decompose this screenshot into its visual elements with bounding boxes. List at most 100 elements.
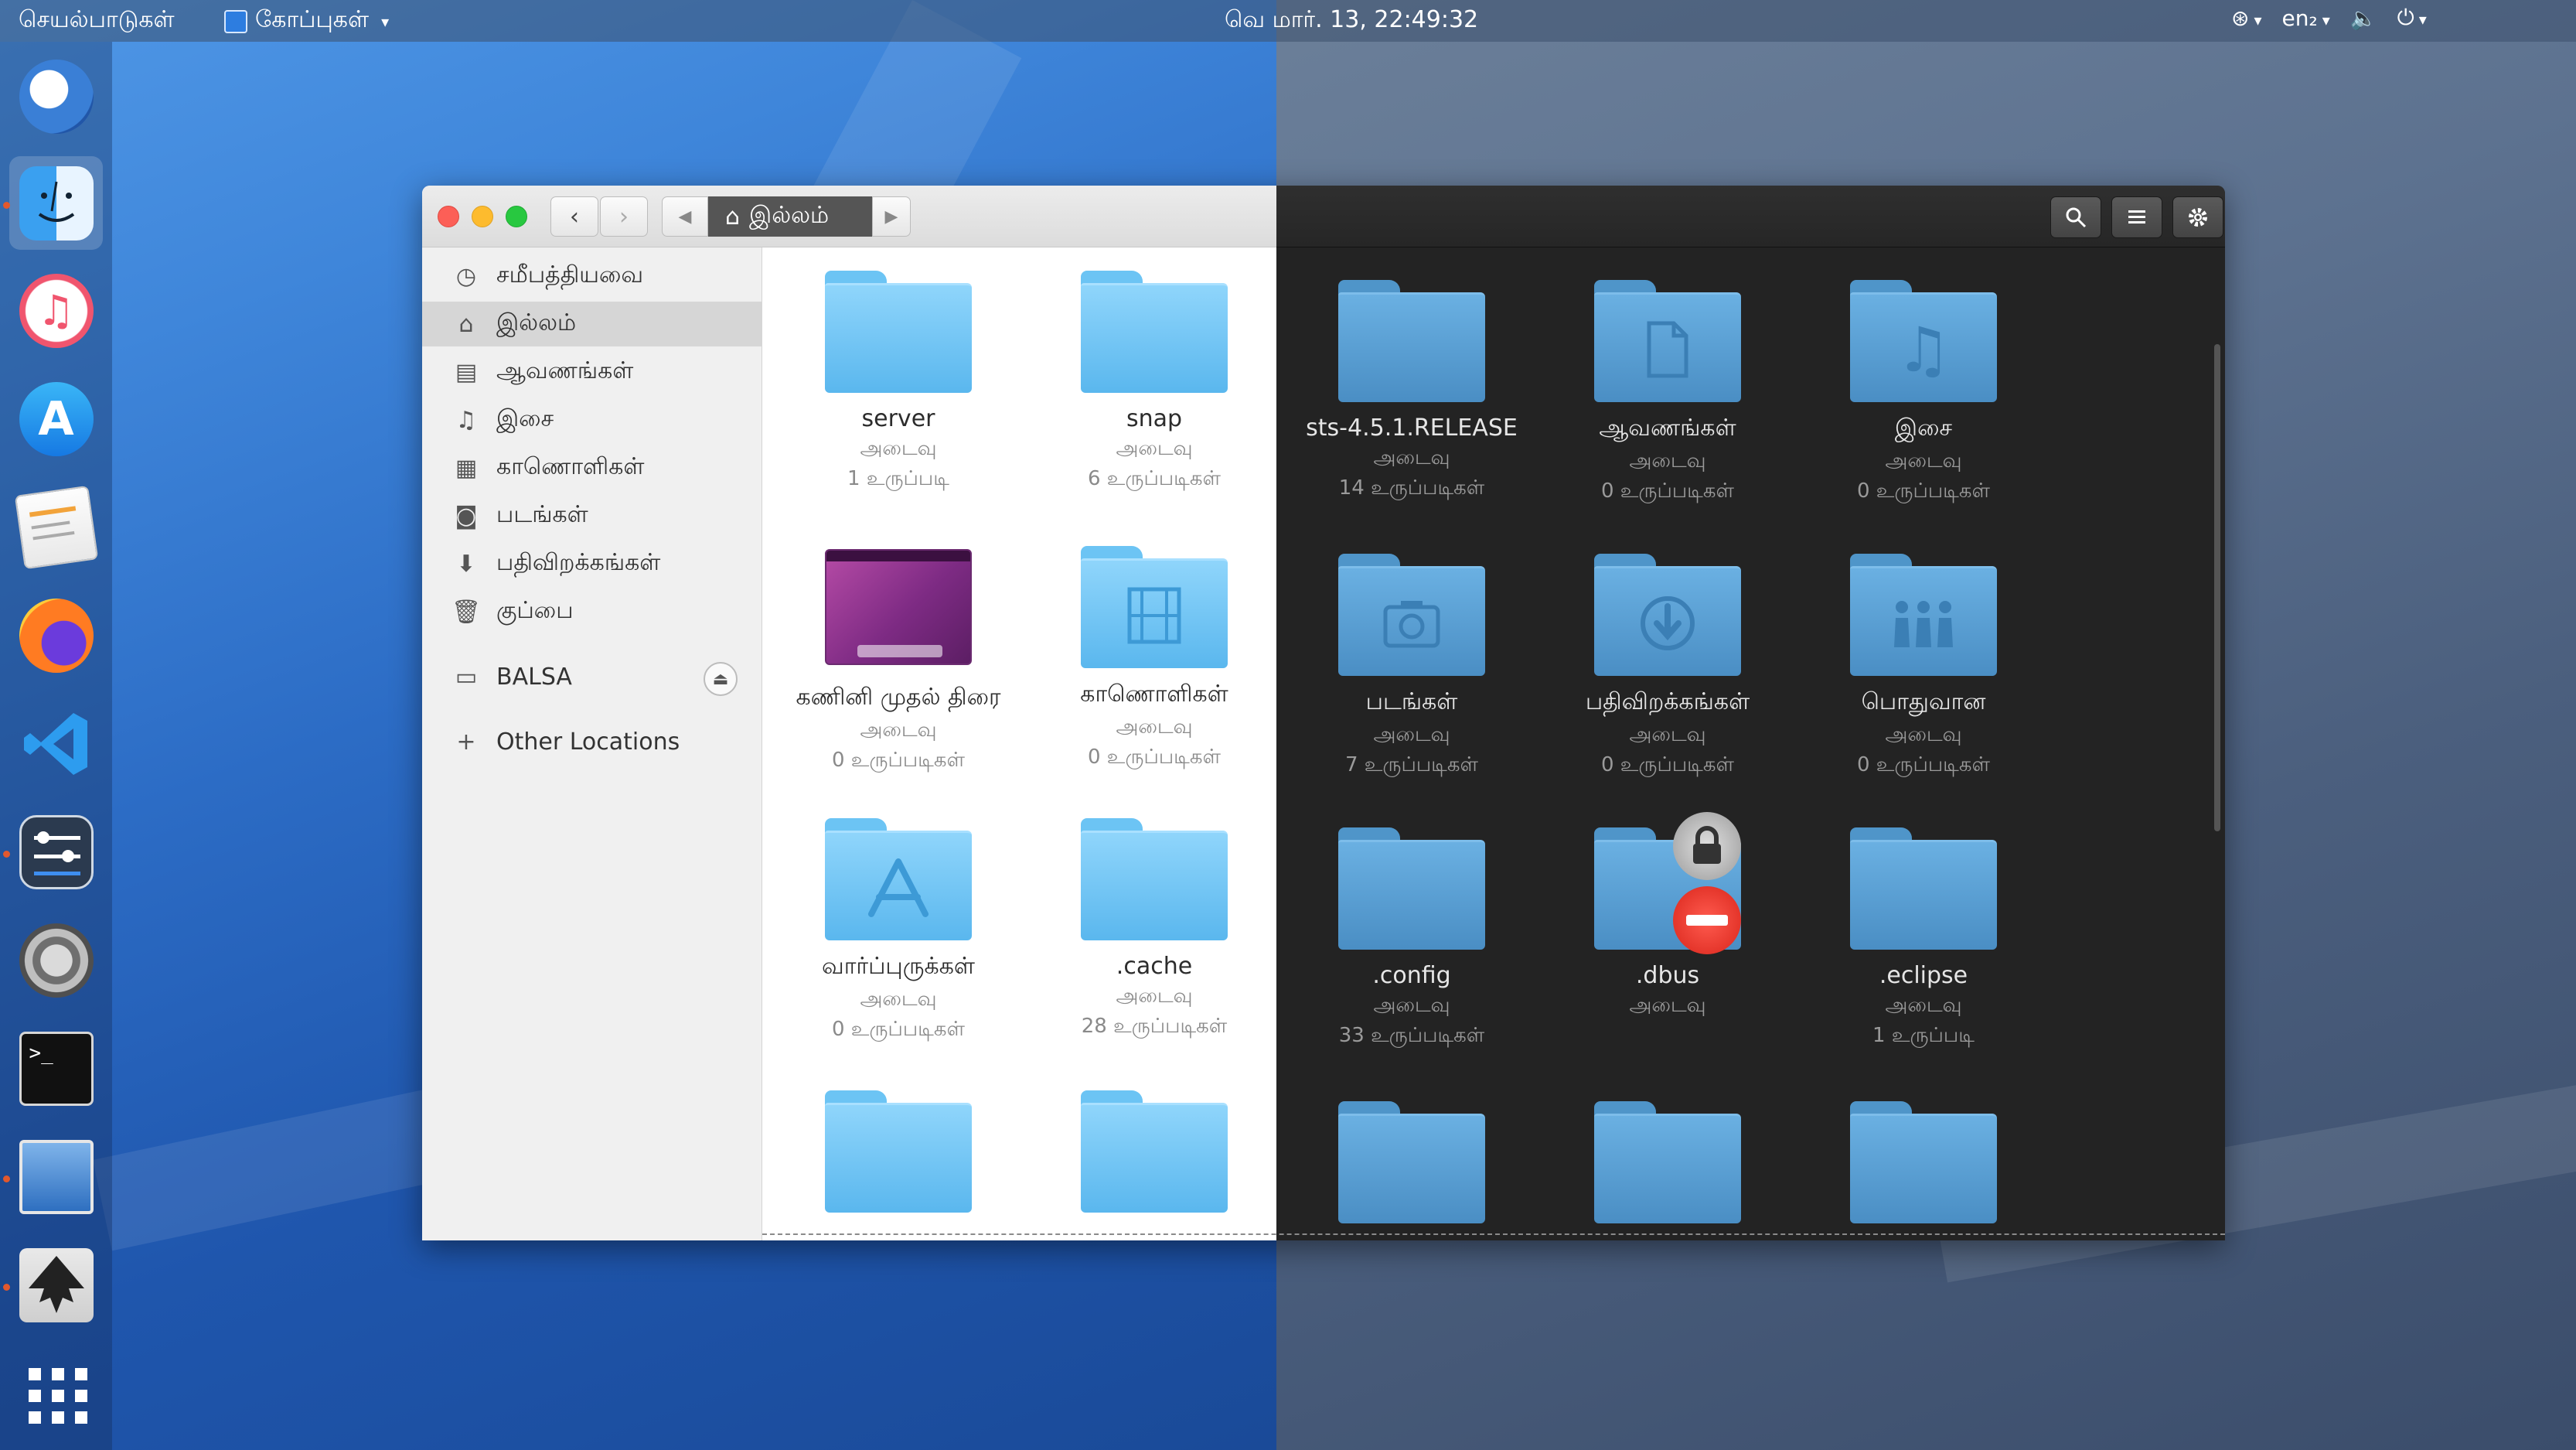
file-item[interactable]: .eclipse அடைவு 1 உருப்படி	[1800, 827, 2047, 1049]
keyboard-layout[interactable]: en₂ ▾	[2282, 5, 2330, 31]
minimize-button[interactable]	[472, 206, 493, 227]
header-bar-dark	[1276, 186, 2225, 247]
terminal-icon[interactable]: >_	[9, 1022, 103, 1115]
vscode-icon[interactable]	[9, 697, 103, 790]
menu-button[interactable]	[2172, 196, 2223, 238]
file-count: 0 உருப்படிகள்	[1857, 753, 1990, 776]
file-item[interactable]: வார்ப்புருக்கள் அடைவு 0 உருப்படிகள்	[775, 818, 1022, 1043]
maximize-button[interactable]	[506, 206, 527, 227]
show-applications-icon[interactable]	[9, 1349, 103, 1442]
downloads-folder-icon	[1594, 554, 1741, 676]
sidebar-item-drive[interactable]: ▭ BALSA ⏏	[422, 654, 762, 699]
files-app-icon	[224, 9, 247, 33]
file-item[interactable]: .cache அடைவு 28 உருப்படிகள்	[1031, 818, 1278, 1040]
music-icon: ♫	[455, 406, 477, 434]
file-item[interactable]	[1800, 1101, 2047, 1223]
file-type: அடைவு	[1885, 449, 1962, 473]
file-item[interactable]: காணொளிகள் அடைவு 0 உருப்படிகள்	[1031, 546, 1278, 771]
sidebar-item-music[interactable]: ♫ இசை	[422, 397, 762, 442]
file-item[interactable]	[775, 1090, 1022, 1213]
file-item[interactable]: snap அடைவு 6 உருப்படிகள்	[1031, 271, 1278, 493]
places-sidebar: ◷ சமீபத்தியவை ⌂ இல்லம் ▤ ஆவணங்கள் ♫ இசை …	[422, 247, 762, 1240]
file-item[interactable]: ஆவணங்கள் அடைவு 0 உருப்படிகள்	[1544, 280, 1791, 505]
close-button[interactable]	[438, 206, 459, 227]
file-item[interactable]: server அடைவு 1 உருப்படி	[775, 271, 1022, 493]
sidebar-item-trash[interactable]: 🗑 குப்பை	[422, 589, 762, 634]
back-button[interactable]: ‹	[550, 196, 598, 237]
documents-icon: ▤	[455, 358, 478, 386]
system-settings-icon[interactable]	[9, 913, 103, 1007]
file-name: பதிவிறக்கங்கள்	[1585, 688, 1750, 715]
sidebar-item-recent[interactable]: ◷ சமீபத்தியவை	[422, 254, 762, 299]
file-name: வார்ப்புருக்கள்	[822, 953, 975, 980]
path-home-crumb[interactable]: ⌂ இல்லம்	[708, 196, 872, 237]
path-right-icon: ▶	[884, 206, 898, 227]
file-item[interactable]: பொதுவான அடைவு 0 உருப்படிகள்	[1800, 554, 2047, 779]
gear-icon	[2189, 208, 2207, 227]
sidebar-item-documents[interactable]: ▤ ஆவணங்கள்	[422, 350, 762, 394]
inkscape-icon[interactable]	[9, 1238, 103, 1332]
forward-icon: ›	[619, 203, 629, 230]
sidebar-item-other-locations[interactable]: + Other Locations	[422, 719, 762, 764]
app-store-icon[interactable]: A	[9, 372, 103, 466]
file-count: 7 உருப்படிகள்	[1345, 753, 1478, 776]
downloads-icon: ⬇	[456, 550, 476, 578]
path-left-button[interactable]: ◀	[662, 196, 708, 237]
folder-icon	[1081, 1090, 1228, 1213]
tweaks-icon[interactable]	[9, 805, 103, 899]
file-count: 0 உருப்படிகள்	[1088, 745, 1221, 769]
music-app-icon[interactable]: ♫	[9, 264, 103, 357]
eject-icon[interactable]: ⏏	[704, 662, 738, 696]
public-folder-icon	[1850, 554, 1997, 676]
power-icon[interactable]: ⏻ ▾	[2397, 5, 2427, 31]
file-name: snap	[1126, 405, 1183, 432]
sidebar-item-videos[interactable]: ▦ காணொளிகள்	[422, 445, 762, 490]
file-item[interactable]: sts-4.5.1.RELEASE அடைவு 14 உருப்படிகள்	[1288, 280, 1535, 502]
file-type: அடைவு	[1116, 715, 1193, 739]
file-item[interactable]: படங்கள் அடைவு 7 உருப்படிகள்	[1288, 554, 1535, 779]
file-name: ஆவணங்கள்	[1599, 415, 1736, 442]
accessibility-icon[interactable]: ⊛ ▾	[2231, 5, 2262, 31]
activities-button[interactable]: செயல்பாடுகள்	[19, 6, 175, 36]
sidebar-item-label: படங்கள்	[496, 500, 588, 528]
finder-app-icon[interactable]	[9, 156, 103, 250]
text-editor-icon[interactable]	[9, 480, 103, 574]
list-view-button[interactable]	[2111, 196, 2162, 238]
app-menu[interactable]: கோப்புகள் ▾	[224, 6, 389, 36]
forward-button[interactable]: ›	[600, 196, 648, 237]
sidebar-item-label: காணொளிகள்	[496, 452, 645, 480]
file-item[interactable]: கணினி முதல் திரை அடைவு 0 உருப்படிகள்	[775, 549, 1022, 774]
volume-icon[interactable]: 🔈	[2350, 5, 2377, 31]
sidebar-item-downloads[interactable]: ⬇ பதிவிறக்கங்கள்	[422, 541, 762, 586]
file-item[interactable]: .dbus அடைவு	[1544, 812, 1791, 1024]
firefox-icon[interactable]	[9, 589, 103, 682]
clock[interactable]: வெ மார். 13, 22:49:32	[1225, 6, 1478, 36]
search-icon	[2066, 207, 2087, 228]
file-item[interactable]	[1288, 1101, 1535, 1223]
desktop-folder-icon	[825, 549, 972, 665]
sidebar-item-home[interactable]: ⌂ இல்லம்	[422, 302, 762, 346]
file-item[interactable]: ♫ இசை அடைவு 0 உருப்படிகள்	[1800, 280, 2047, 505]
sidebar-drive-label: BALSA	[496, 663, 572, 691]
search-button[interactable]	[2050, 196, 2101, 238]
mail-app-icon[interactable]	[9, 49, 103, 143]
system-tray: ⊛ ▾ en₂ ▾ 🔈 ⏻ ▾	[2231, 5, 2427, 31]
image-viewer-icon[interactable]	[9, 1130, 103, 1223]
file-item[interactable]: .config அடைவு 33 உருப்படிகள்	[1288, 827, 1535, 1049]
scrollbar[interactable]	[2214, 344, 2220, 831]
file-item[interactable]	[1544, 1101, 1791, 1223]
sidebar-item-label: இசை	[496, 404, 554, 432]
keyboard-layout-label: en₂	[2281, 5, 2318, 31]
file-name: sts-4.5.1.RELEASE	[1306, 415, 1518, 442]
folder-icon	[1594, 1101, 1741, 1223]
file-item[interactable]: பதிவிறக்கங்கள் அடைவு 0 உருப்படிகள்	[1544, 554, 1791, 779]
file-item[interactable]	[1031, 1090, 1278, 1213]
file-count: 0 உருப்படிகள்	[1601, 479, 1734, 503]
chevron-down-icon: ▾	[381, 12, 390, 31]
sidebar-item-pictures[interactable]: ◙ படங்கள்	[422, 493, 762, 538]
path-right-button[interactable]: ▶	[872, 196, 911, 237]
file-name: காணொளிகள்	[1080, 681, 1228, 708]
sidebar-item-label: குப்பை	[496, 596, 574, 624]
no-access-icon	[1673, 886, 1741, 954]
folder-icon	[1594, 812, 1741, 954]
